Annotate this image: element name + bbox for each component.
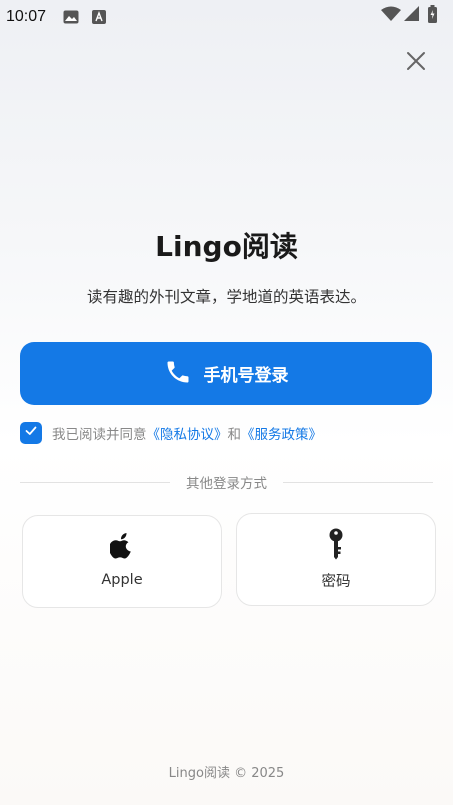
agreement-row: 我已阅读并同意 《隐私协议》 和 《服务政策》 [20,422,322,444]
gallery-icon [63,9,79,28]
divider-line-right [283,481,433,483]
battery-charging-icon [428,5,437,27]
apple-login-label: Apple [101,572,143,588]
phone-icon [164,358,192,390]
checkmark-icon [24,424,38,442]
signal-icon [404,6,420,26]
status-time: 10:07 [6,8,47,25]
apple-icon [109,532,134,564]
agreement-checkbox[interactable] [20,422,42,444]
status-bar: 10:07 [0,0,453,34]
app-subtitle: 读有趣的外刊文章，学地道的英语表达。 [86,288,366,306]
password-login-label: 密码 [321,574,351,590]
a-notification-icon [92,9,106,28]
login-screen: 10:07 Lingo阅读 读有趣的外刊文章，学地道的英语表达。 手机号登录 我… [0,0,453,805]
divider-line-left [20,481,170,483]
footer-copyright: Lingo阅读 © 2025 [168,766,285,781]
service-policy-link[interactable]: 《服务政策》 [241,423,322,443]
apple-login-button[interactable]: Apple [22,515,222,608]
app-title: Lingo阅读 [155,230,298,263]
phone-login-button[interactable]: 手机号登录 [20,342,432,405]
wifi-icon [381,6,401,26]
agreement-prefix: 我已阅读并同意 [52,427,147,443]
key-icon [328,528,344,564]
other-login-label: 其他登录方式 [186,476,267,492]
agreement-conjunction: 和 [227,427,242,443]
phone-login-label: 手机号登录 [203,366,289,386]
other-login-divider: 其他登录方式 [20,472,433,492]
password-login-button[interactable]: 密码 [236,513,436,606]
close-button[interactable] [405,50,427,72]
close-icon [405,52,427,76]
privacy-policy-link[interactable]: 《隐私协议》 [147,423,228,443]
